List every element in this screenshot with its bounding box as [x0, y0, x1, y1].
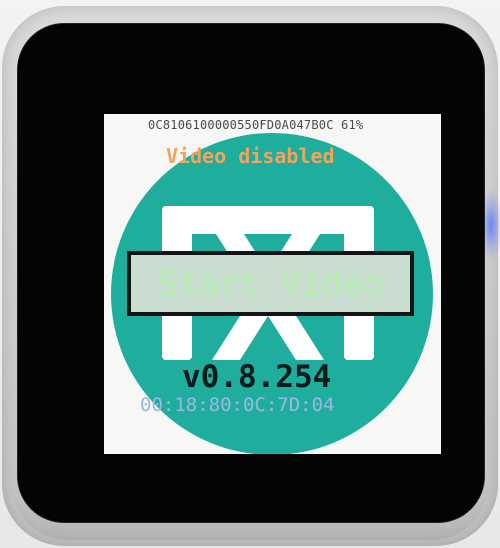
screen-bezel: 0C8106100000550FD0A047B0C 61% Video disa… [18, 24, 484, 522]
start-video-button[interactable]: Start Video [127, 251, 414, 316]
start-video-label: Start Video [157, 264, 384, 304]
logo-mark-top-bar [162, 206, 374, 234]
version-text: v0.8.254 [182, 359, 332, 395]
device-screen: 0C8106100000550FD0A047B0C 61% Video disa… [104, 114, 441, 454]
photo-scene: 0C8106100000550FD0A047B0C 61% Video disa… [0, 0, 500, 548]
mac-address-text: 00:18:80:0C:7D:04 [140, 394, 335, 416]
video-status-text: Video disabled [166, 144, 335, 168]
device-id-text: 0C8106100000550FD0A047B0C 61% [148, 118, 364, 132]
